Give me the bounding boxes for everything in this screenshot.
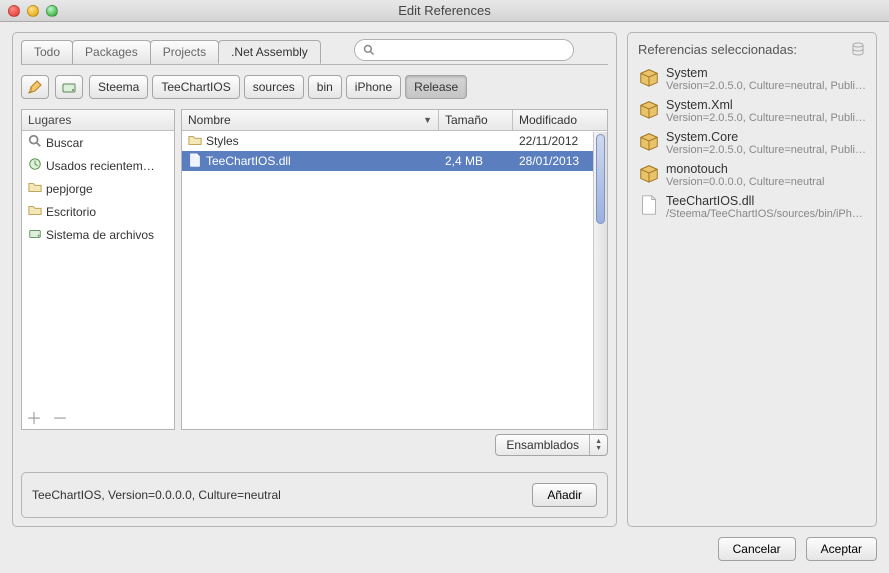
crumb-release[interactable]: Release bbox=[405, 75, 467, 99]
reference-name: System.Core bbox=[666, 130, 866, 144]
crumb-iphone[interactable]: iPhone bbox=[346, 75, 401, 99]
recent-icon bbox=[28, 157, 42, 174]
left-pane: TodoPackagesProjects.Net Assembly Steema… bbox=[12, 32, 617, 527]
status-text: TeeChartIOS, Version=0.0.0.0, Culture=ne… bbox=[32, 488, 281, 502]
reference-name: TeeChartIOS.dll bbox=[666, 194, 866, 208]
place-label: Escritorio bbox=[46, 205, 96, 219]
reference-item[interactable]: System.CoreVersion=2.0.5.0, Culture=neut… bbox=[636, 127, 868, 159]
reference-item[interactable]: TeeChartIOS.dll/Steema/TeeChartIOS/sourc… bbox=[636, 191, 868, 223]
remove-place-button[interactable]: － bbox=[52, 405, 68, 429]
crumb-sources[interactable]: sources bbox=[244, 75, 304, 99]
search-icon bbox=[28, 134, 42, 151]
col-modified-header[interactable]: Modificado bbox=[513, 110, 607, 130]
folder-icon bbox=[28, 203, 42, 220]
window-minimize-button[interactable] bbox=[27, 5, 39, 17]
tab-packages[interactable]: Packages bbox=[72, 40, 151, 64]
selected-references-pane: Referencias seleccionadas: SystemVersion… bbox=[627, 32, 877, 527]
crumb-teechartios[interactable]: TeeChartIOS bbox=[152, 75, 239, 99]
add-place-button[interactable]: ＋ bbox=[26, 405, 42, 429]
col-name-header[interactable]: Nombre ▼ bbox=[182, 110, 439, 130]
search-input[interactable] bbox=[379, 43, 565, 57]
file-name: TeeChartIOS.dll bbox=[206, 154, 291, 168]
places-header: Lugares bbox=[22, 110, 174, 131]
search-icon bbox=[363, 44, 375, 56]
add-button[interactable]: Añadir bbox=[532, 483, 597, 507]
reference-item[interactable]: monotouchVersion=0.0.0.0, Culture=neutra… bbox=[636, 159, 868, 191]
file-row[interactable]: TeeChartIOS.dll2,4 MB28/01/2013 bbox=[182, 151, 607, 171]
home-crumb[interactable] bbox=[55, 75, 83, 99]
drive-icon bbox=[61, 79, 77, 95]
reference-name: System.Xml bbox=[666, 98, 866, 112]
sort-indicator-icon: ▼ bbox=[423, 115, 432, 125]
file-size: 2,4 MB bbox=[439, 154, 513, 168]
place-sistema-de-archivos[interactable]: Sistema de archivos bbox=[22, 223, 174, 246]
tab-projects[interactable]: Projects bbox=[150, 40, 219, 64]
folder-icon bbox=[188, 133, 202, 150]
search-field[interactable] bbox=[354, 39, 574, 61]
file-row[interactable]: Styles22/11/2012 bbox=[182, 131, 607, 151]
edit-path-button[interactable] bbox=[21, 75, 49, 99]
pkg-icon bbox=[638, 162, 660, 188]
place-pepjorge[interactable]: pepjorge bbox=[22, 177, 174, 200]
pkg-icon bbox=[638, 66, 660, 92]
reference-detail: Version=2.0.5.0, Culture=neutral, Public… bbox=[666, 80, 866, 92]
titlebar: Edit References bbox=[0, 0, 889, 22]
reference-item[interactable]: System.XmlVersion=2.0.5.0, Culture=neutr… bbox=[636, 95, 868, 127]
places-panel: Lugares Buscar Usados recientem… pepjorge E… bbox=[21, 109, 175, 430]
pkg-icon bbox=[638, 98, 660, 124]
stepper-icon: ▲▼ bbox=[590, 438, 607, 452]
file-icon bbox=[638, 194, 660, 220]
pencil-icon bbox=[27, 79, 43, 95]
drive-icon bbox=[28, 226, 42, 243]
reference-name: monotouch bbox=[666, 162, 866, 176]
window-close-button[interactable] bbox=[8, 5, 20, 17]
place-label: pepjorge bbox=[46, 182, 93, 196]
crumb-bin[interactable]: bin bbox=[308, 75, 342, 99]
place-escritorio[interactable]: Escritorio bbox=[22, 200, 174, 223]
accept-button[interactable]: Aceptar bbox=[806, 537, 877, 561]
place-label: Buscar bbox=[46, 136, 83, 150]
reference-item[interactable]: SystemVersion=2.0.5.0, Culture=neutral, … bbox=[636, 63, 868, 95]
filter-dropdown-label: Ensamblados bbox=[496, 435, 590, 455]
file-browser: Nombre ▼ Tamaño Modificado Styles22/11/2… bbox=[181, 109, 608, 430]
place-buscar[interactable]: Buscar bbox=[22, 131, 174, 154]
col-size-header[interactable]: Tamaño bbox=[439, 110, 513, 130]
reference-detail: /Steema/TeeChartIOS/sources/bin/iPhon… bbox=[666, 208, 866, 220]
place-label: Sistema de archivos bbox=[46, 228, 154, 242]
window-title: Edit References bbox=[0, 3, 889, 18]
place-label: Usados recientem… bbox=[46, 159, 155, 173]
filter-dropdown[interactable]: Ensamblados ▲▼ bbox=[495, 434, 608, 456]
cancel-button[interactable]: Cancelar bbox=[718, 537, 796, 561]
tab-todo[interactable]: Todo bbox=[21, 40, 73, 64]
window-zoom-button[interactable] bbox=[46, 5, 58, 17]
reference-name: System bbox=[666, 66, 866, 80]
folder-icon bbox=[28, 180, 42, 197]
reference-detail: Version=0.0.0.0, Culture=neutral bbox=[666, 176, 866, 188]
database-icon bbox=[850, 41, 866, 57]
selected-references-header: Referencias seleccionadas: bbox=[638, 42, 797, 57]
reference-detail: Version=2.0.5.0, Culture=neutral, Public… bbox=[666, 112, 866, 124]
place-usados-recientem-[interactable]: Usados recientem… bbox=[22, 154, 174, 177]
pkg-icon bbox=[638, 130, 660, 156]
reference-detail: Version=2.0.5.0, Culture=neutral, Public… bbox=[666, 144, 866, 156]
crumb-steema[interactable]: Steema bbox=[89, 75, 148, 99]
file-scrollbar[interactable] bbox=[593, 132, 607, 429]
dll-icon bbox=[188, 153, 202, 170]
tab--net-assembly[interactable]: .Net Assembly bbox=[218, 40, 321, 64]
file-name: Styles bbox=[206, 134, 239, 148]
